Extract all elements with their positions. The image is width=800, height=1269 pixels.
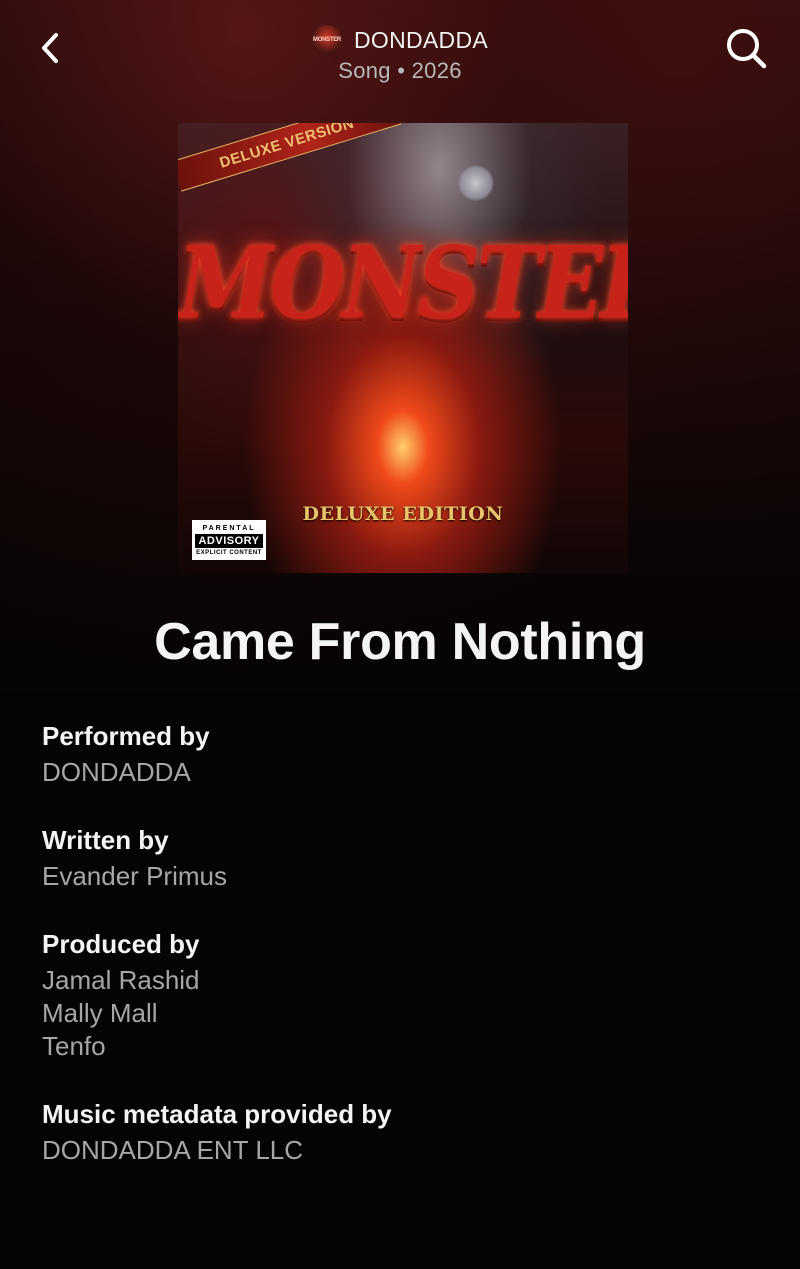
credit-heading: Music metadata provided by (42, 1099, 392, 1129)
cover-title: MONSTER (178, 225, 628, 342)
header-info: MONSTER DONDADDA Song • 2026 (200, 20, 600, 84)
credit-value: DONDADDA ENT LLC (42, 1135, 304, 1165)
artist-link[interactable]: MONSTER DONDADDA (200, 20, 600, 60)
credit-value: Evander Primus (42, 861, 227, 891)
chevron-left-icon (42, 33, 58, 63)
credit-value: DONDADDA (42, 757, 191, 787)
search-icon (727, 29, 767, 69)
credit-heading: Performed by (42, 721, 210, 751)
credit-written-by: Written by Evander Primus (42, 820, 758, 893)
credit-value: Mally Mall (42, 998, 158, 1028)
credit-value: Tenfo (42, 1031, 106, 1061)
cover-banner: DELUXE VERSION (178, 123, 402, 192)
advisory-line-3: EXPLICIT CONTENT (196, 549, 262, 556)
artist-name: DONDADDA (353, 26, 489, 53)
song-subtitle: Song • 2026 (338, 58, 462, 83)
credit-performed-by: Performed by DONDADDA (42, 716, 758, 789)
avatar-text: MONSTER (313, 37, 341, 43)
search-button[interactable] (722, 24, 770, 72)
credits-list: Performed by DONDADDA Written by Evander… (42, 716, 758, 1198)
advisory-line-1: PARENTAL (202, 524, 256, 532)
cover-moon (458, 165, 494, 201)
credit-produced-by: Produced by Jamal Rashid Mally Mall Tenf… (42, 924, 758, 1063)
advisory-line-2: ADVISORY (195, 533, 263, 548)
credit-heading: Written by (42, 825, 169, 855)
back-button[interactable] (30, 28, 70, 68)
artist-avatar: MONSTER (311, 25, 342, 55)
credit-value: Jamal Rashid (42, 965, 200, 995)
credit-heading: Produced by (42, 929, 200, 959)
parental-advisory-label: PARENTAL ADVISORY EXPLICIT CONTENT (192, 520, 266, 560)
credit-metadata-provider: Music metadata provided by DONDADDA ENT … (42, 1094, 758, 1167)
album-cover: DELUXE VERSION MONSTER DELUXE EDITION PA… (178, 123, 628, 573)
song-title: Came From Nothing (154, 613, 646, 671)
